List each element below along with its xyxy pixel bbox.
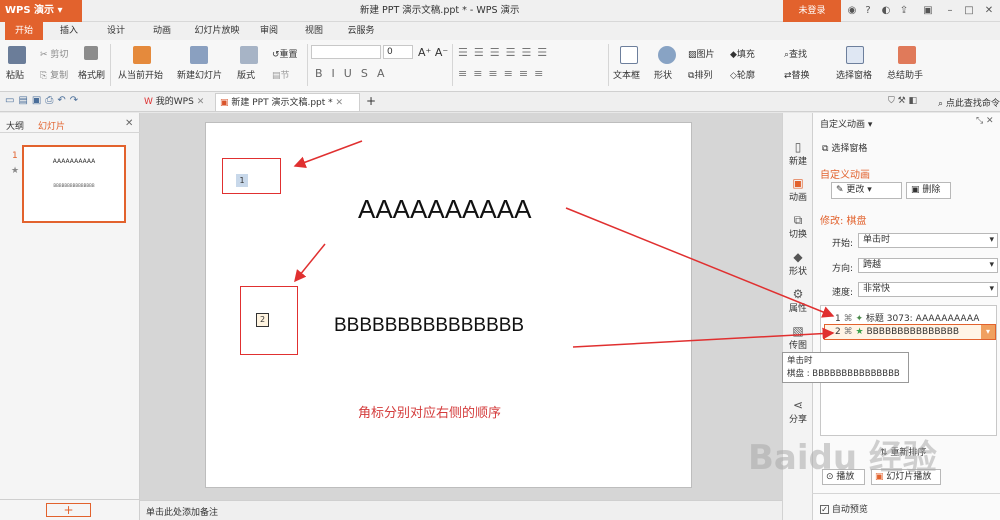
arrow-to-tag2 [294,243,326,283]
arrow-to-tag1 [293,140,363,168]
arrow-body-to-list [572,327,835,348]
arrow-title-to-list [565,207,835,318]
annotation-arrows [293,140,835,348]
